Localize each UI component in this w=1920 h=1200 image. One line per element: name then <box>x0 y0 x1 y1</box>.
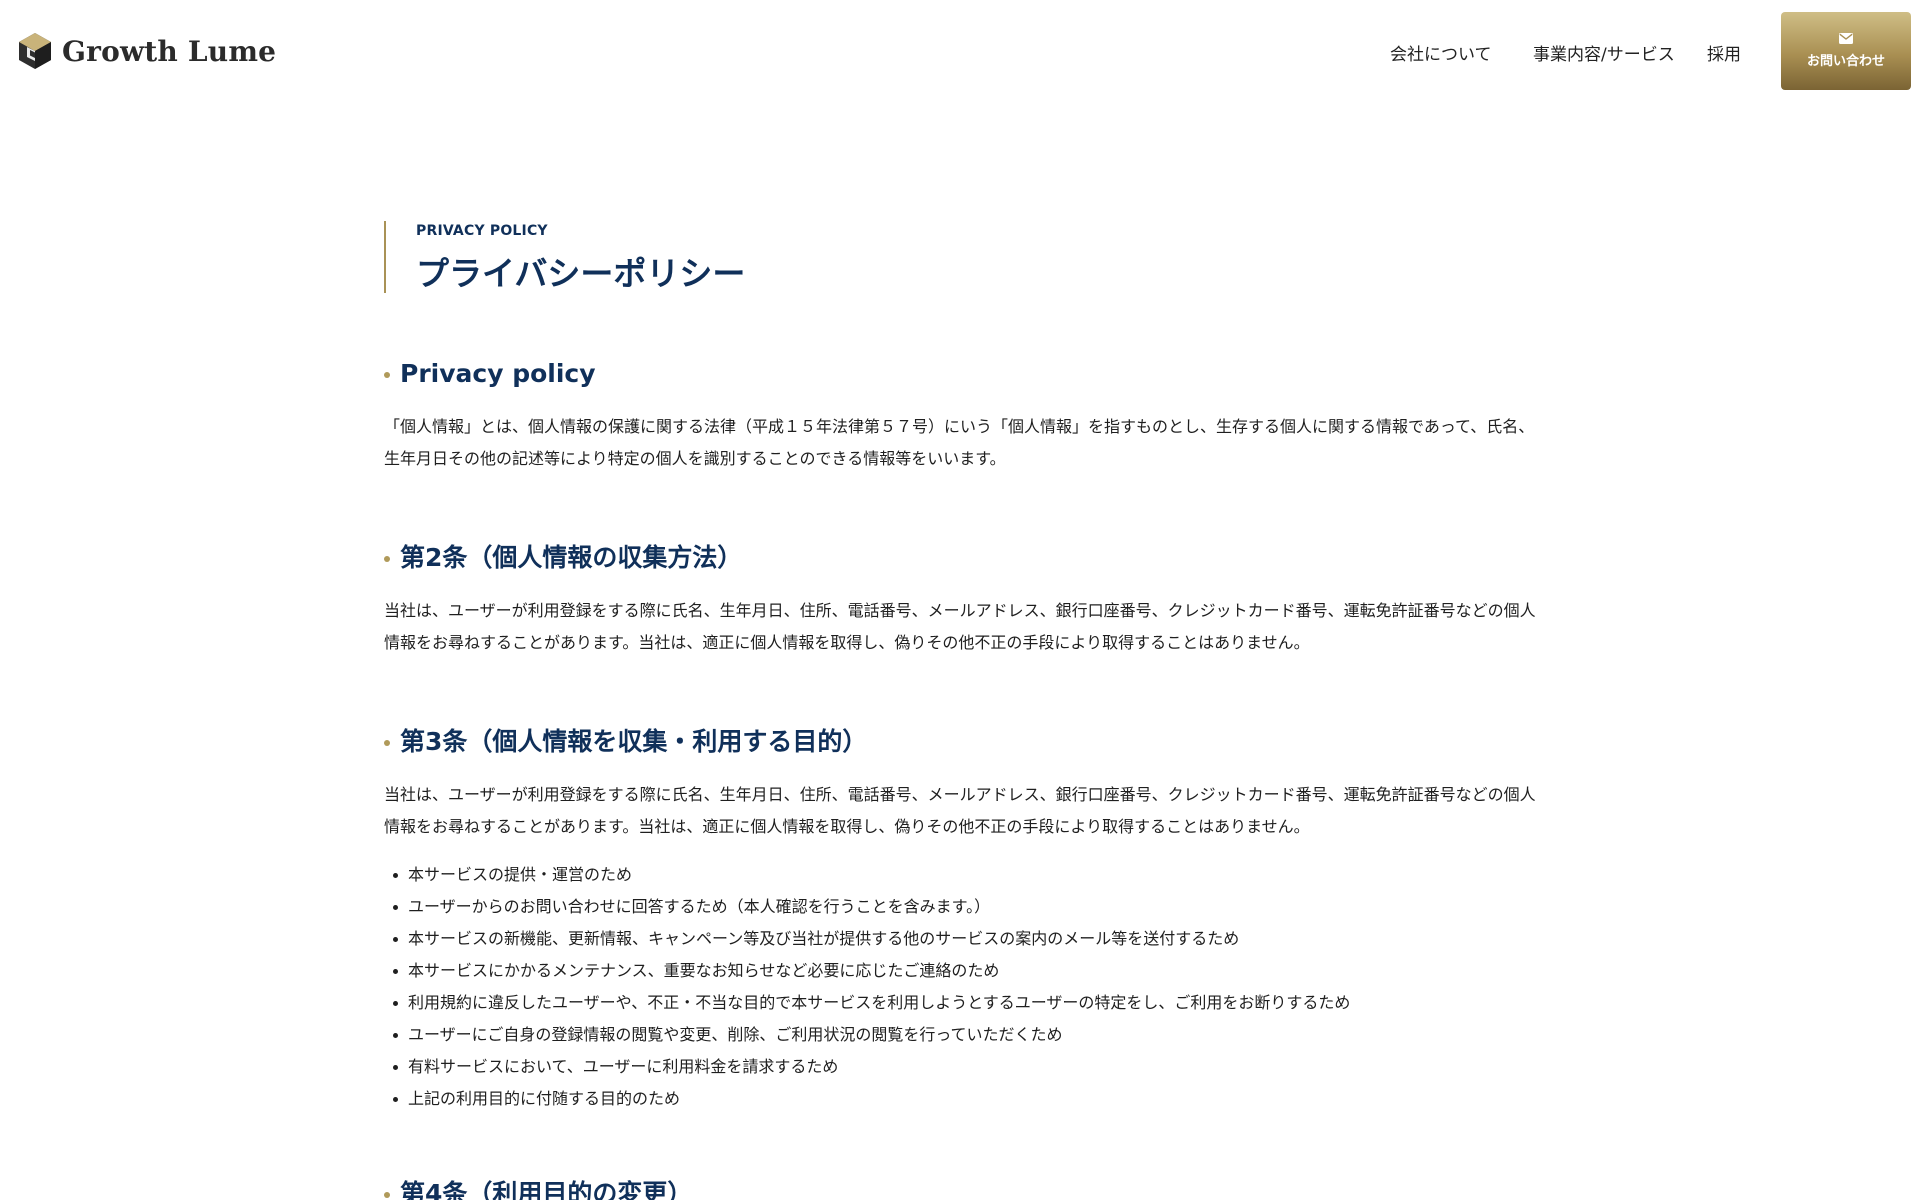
section-article-4: 第4条（利用目的の変更） <box>384 1177 1544 1200</box>
site-header: Growth Lume 会社について 事業内容/サービス 採用 お問い合わせ <box>0 0 1920 104</box>
section-title-text: Privacy policy <box>400 359 596 388</box>
page-title: プライバシーポリシー <box>416 254 746 293</box>
list-item: 本サービスにかかるメンテナンス、重要なお知らせなど必要に応じたご連絡のため <box>384 955 1544 987</box>
nav-item-company[interactable]: 会社について <box>1390 40 1492 65</box>
purpose-list: 本サービスの提供・運営のため ユーザーからのお問い合わせに回答するため（本人確認… <box>384 859 1544 1115</box>
logo-cube-icon <box>19 33 51 69</box>
bullet-dot-icon <box>384 372 390 378</box>
section-title-text: 第3条（個人情報を収集・利用する目的） <box>400 727 868 756</box>
list-item: 本サービスの新機能、更新情報、キャンペーン等及び当社が提供する他のサービスの案内… <box>384 923 1544 955</box>
section-article-3: 第3条（個人情報を収集・利用する目的） 当社は、ユーザーが利用登録をする際に氏名… <box>384 725 1544 1115</box>
nav-item-recruit[interactable]: 採用 <box>1707 40 1741 65</box>
contact-button-label: お問い合わせ <box>1806 54 1885 69</box>
section-paragraph: 当社は、ユーザーが利用登録をする際に氏名、生年月日、住所、電話番号、メールアドレ… <box>384 601 1536 652</box>
section-title-text: 第4条（利用目的の変更） <box>400 1179 693 1200</box>
envelope-icon <box>1839 33 1853 44</box>
section-title: Privacy policy <box>384 357 1544 391</box>
list-item: ユーザーにご自身の登録情報の閲覧や変更、削除、ご利用状況の閲覧を行っていただくた… <box>384 1019 1544 1051</box>
section-article-2: 第2条（個人情報の収集方法） 当社は、ユーザーが利用登録をする際に氏名、生年月日… <box>384 541 1544 659</box>
contact-button[interactable]: お問い合わせ <box>1781 12 1911 90</box>
section-paragraph: 当社は、ユーザーが利用登録をする際に氏名、生年月日、住所、電話番号、メールアドレ… <box>384 785 1536 836</box>
section-title: 第4条（利用目的の変更） <box>384 1177 1544 1200</box>
site-logo[interactable]: Growth Lume <box>18 32 276 70</box>
list-item: ユーザーからのお問い合わせに回答するため（本人確認を行うことを含みます。） <box>384 891 1544 923</box>
section-privacy-policy: Privacy policy 「個人情報」とは、個人情報の保護に関する法律（平成… <box>384 357 1544 475</box>
page-heading: PRIVACY POLICY プライバシーポリシー <box>384 221 1084 293</box>
nav-item-services[interactable]: 事業内容/サービス <box>1533 40 1675 65</box>
page-eyebrow: PRIVACY POLICY <box>416 223 548 239</box>
list-item: 本サービスの提供・運営のため <box>384 859 1544 891</box>
bullet-dot-icon <box>384 1192 390 1198</box>
section-title: 第2条（個人情報の収集方法） <box>384 541 1544 575</box>
section-title-text: 第2条（個人情報の収集方法） <box>400 543 743 572</box>
list-item: 上記の利用目的に付随する目的のため <box>384 1083 1544 1115</box>
logo-text: Growth Lume <box>62 34 277 68</box>
bullet-dot-icon <box>384 740 390 746</box>
bullet-dot-icon <box>384 556 390 562</box>
list-item: 有料サービスにおいて、ユーザーに利用料金を請求するため <box>384 1051 1544 1083</box>
section-paragraph: 「個人情報」とは、個人情報の保護に関する法律（平成１５年法律第５７号）にいう「個… <box>384 417 1535 468</box>
section-title: 第3条（個人情報を収集・利用する目的） <box>384 725 1544 759</box>
list-item: 利用規約に違反したユーザーや、不正・不当な目的で本サービスを利用しようとするユー… <box>384 987 1544 1019</box>
